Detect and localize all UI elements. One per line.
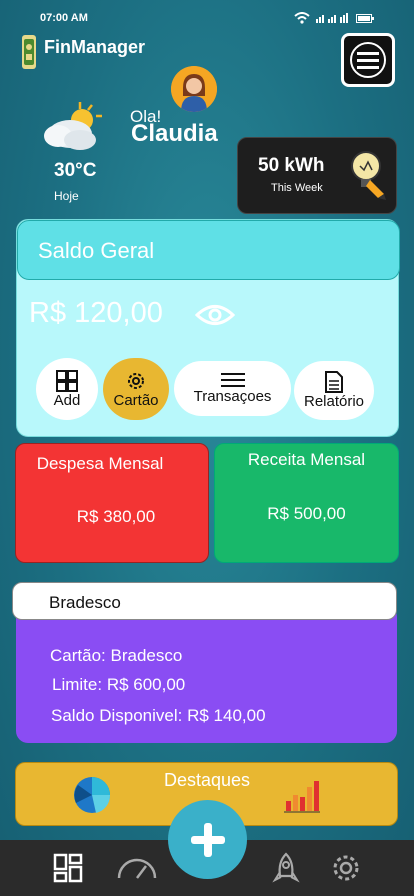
gear-icon xyxy=(128,372,144,389)
app-logo-icon xyxy=(22,35,36,69)
grid-plus-icon xyxy=(56,369,78,392)
menu-button[interactable] xyxy=(341,33,395,87)
temperature: 30°C xyxy=(54,160,97,181)
signal-icon xyxy=(316,13,348,23)
transactions-button[interactable]: Transaçoes xyxy=(174,361,291,416)
partly-cloudy-icon xyxy=(44,102,102,150)
bar-chart-icon xyxy=(284,781,320,813)
eye-icon[interactable] xyxy=(195,304,235,326)
bank-card-line: Cartão: Bradesco xyxy=(50,646,182,666)
settings-icon[interactable] xyxy=(330,852,362,884)
card-button[interactable]: Cartão xyxy=(103,358,169,420)
battery-icon xyxy=(356,13,374,23)
revenue-card[interactable]: Receita Mensal R$ 500,00 xyxy=(214,443,399,563)
available-label: Saldo Disponivel: xyxy=(51,706,183,725)
hamburger-icon xyxy=(350,42,386,78)
rocket-icon[interactable] xyxy=(272,852,300,884)
report-button[interactable]: Relatório xyxy=(294,361,374,420)
plus-icon xyxy=(190,822,225,857)
balance-card: Saldo Geral R$ 120,00 Add Cartão Transaç… xyxy=(16,219,400,437)
expense-title: Despesa Mensal xyxy=(36,454,164,473)
available-value: R$ 140,00 xyxy=(187,706,266,725)
card-field-value: Bradesco xyxy=(110,646,183,665)
report-label: Relatório xyxy=(303,393,365,410)
add-label: Add xyxy=(53,391,81,409)
card-label: Cartão xyxy=(113,391,159,409)
bank-limit-line: Limite: R$ 600,00 xyxy=(52,675,185,695)
pie-chart-icon xyxy=(74,777,111,813)
user-avatar-icon xyxy=(171,66,217,112)
document-icon xyxy=(325,371,343,393)
revenue-title: Receita Mensal xyxy=(247,450,366,469)
card-field-label: Cartão: xyxy=(50,646,106,665)
energy-period: This Week xyxy=(271,182,323,194)
app-title: FinManager xyxy=(44,37,146,57)
lightbulb-icon xyxy=(351,151,386,200)
bank-available-line: Saldo Disponivel: R$ 140,00 xyxy=(51,706,266,726)
limit-value: R$ 600,00 xyxy=(106,675,186,694)
speedometer-icon[interactable] xyxy=(116,854,158,880)
balance-title: Saldo Geral xyxy=(38,238,155,263)
add-button[interactable]: Add xyxy=(36,358,98,420)
weather-day: Hoje xyxy=(54,189,79,203)
user-name: Claudia xyxy=(131,120,218,147)
expense-card[interactable]: Despesa Mensal R$ 380,00 xyxy=(15,443,209,563)
energy-value: 50 kWh xyxy=(258,155,325,176)
status-time: 07:00 AM xyxy=(40,12,88,24)
revenue-value: R$ 500,00 xyxy=(267,504,346,523)
limit-label: Limite: xyxy=(52,675,103,694)
add-transaction-fab[interactable] xyxy=(168,800,247,879)
dashboard-icon[interactable] xyxy=(53,853,83,883)
expense-value: R$ 380,00 xyxy=(76,507,156,526)
list-icon xyxy=(220,373,245,387)
bank-selector[interactable]: Bradesco xyxy=(12,582,397,620)
highlights-title: Destaques xyxy=(164,770,251,790)
bank-card[interactable]: Cartão: Bradesco Limite: R$ 600,00 Saldo… xyxy=(16,605,397,743)
bank-name: Bradesco xyxy=(49,593,121,612)
balance-header: Saldo Geral xyxy=(17,220,400,280)
balance-amount: R$ 120,00 xyxy=(29,297,163,329)
status-icons xyxy=(294,12,374,24)
energy-card[interactable]: 50 kWh This Week xyxy=(237,137,397,214)
wifi-icon xyxy=(294,12,310,24)
avatar[interactable] xyxy=(171,66,217,112)
transactions-label: Transaçoes xyxy=(193,388,272,405)
